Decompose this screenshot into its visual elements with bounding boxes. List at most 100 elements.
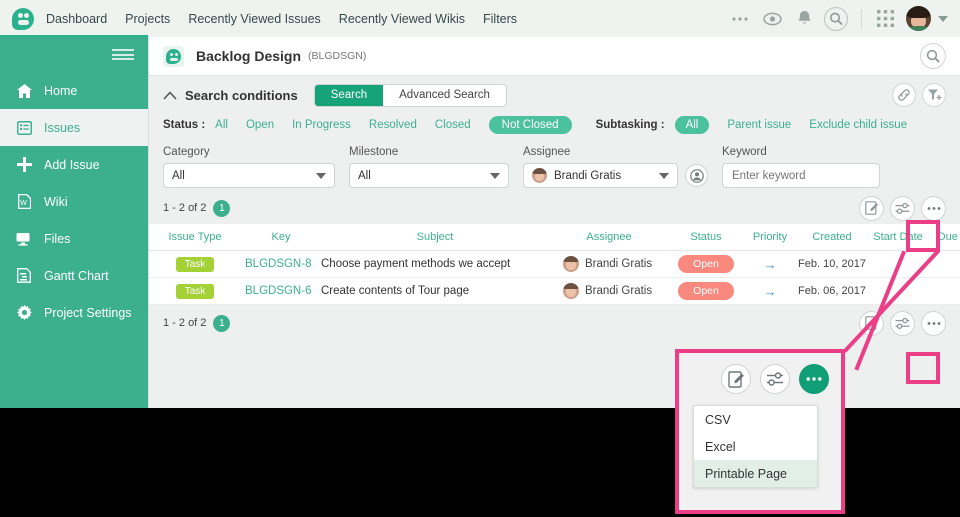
topnav-link-projects[interactable]: Projects (125, 12, 170, 26)
menu-item-csv[interactable]: CSV (694, 406, 817, 433)
keyword-label: Keyword (722, 146, 767, 158)
eye-icon[interactable] (759, 6, 785, 32)
status-option-resolved[interactable]: Resolved (369, 119, 417, 131)
project-search-icon[interactable] (920, 43, 946, 69)
tab-advanced-search[interactable]: Advanced Search (383, 85, 506, 106)
sidebar-collapse-button[interactable] (0, 37, 148, 72)
result-count-bottom: 1 - 2 of 2 (163, 317, 207, 329)
cell-issue-type: Task (149, 283, 241, 299)
column-header-subject[interactable]: Subject (321, 231, 549, 243)
tab-search[interactable]: Search (314, 84, 384, 106)
issue-type-tag: Task (175, 256, 215, 272)
subtasking-option-exclude-child[interactable]: Exclude child issue (809, 119, 907, 131)
bell-icon[interactable] (791, 6, 817, 32)
issue-subject[interactable]: Choose payment methods we accept (321, 258, 510, 270)
table-row[interactable]: Task BLGDSGN-8 Choose payment methods we… (149, 251, 960, 278)
cell-status: Open (669, 282, 743, 300)
cell-priority: → (743, 257, 797, 272)
column-header-key[interactable]: Key (241, 231, 321, 243)
assignee-avatar (563, 256, 579, 272)
sidebar-item-label: Wiki (44, 194, 68, 209)
cell-key: BLGDSGN-8 (241, 258, 321, 270)
export-more-button-bottom[interactable] (921, 310, 946, 336)
assignee-name: Brandi Gratis (585, 285, 653, 297)
cell-created: Feb. 06, 2017 (797, 285, 867, 297)
search-conditions-title: Search conditions (185, 87, 298, 103)
topnav-link-recent-issues[interactable]: Recently Viewed Issues (188, 12, 320, 26)
table-row[interactable]: Task BLGDSGN-6 Create contents of Tour p… (149, 278, 960, 305)
status-option-not-closed[interactable]: Not Closed (488, 116, 572, 134)
column-header-priority[interactable]: Priority (743, 231, 797, 243)
column-header-assignee[interactable]: Assignee (549, 231, 669, 243)
milestone-select[interactable]: All (349, 163, 509, 188)
sidebar-item-issues[interactable]: Issues (0, 109, 148, 146)
plus-icon (14, 156, 34, 174)
chevron-up-icon[interactable] (163, 88, 177, 102)
chevron-down-icon[interactable] (938, 15, 948, 22)
export-more-button-top[interactable] (921, 195, 946, 221)
add-filter-icon[interactable] (922, 83, 946, 107)
column-settings-icon[interactable] (890, 195, 915, 221)
keyword-field: Keyword (722, 146, 880, 188)
assignee-select[interactable]: Brandi Gratis (523, 163, 678, 188)
list-icon (14, 119, 34, 137)
sidebar-item-project-settings[interactable]: Project Settings (0, 294, 148, 331)
more-icon[interactable] (727, 6, 753, 32)
search-icon[interactable] (823, 6, 849, 32)
column-settings-icon[interactable] (890, 310, 915, 336)
table-action-buttons-top (859, 195, 946, 221)
share-link-icon[interactable] (892, 83, 916, 107)
bulk-edit-icon[interactable] (859, 195, 884, 221)
topnav-link-dashboard[interactable]: Dashboard (46, 12, 107, 26)
quick-filters-row: Status : All Open In Progress Resolved C… (149, 114, 960, 136)
sidebar-item-home[interactable]: Home (0, 72, 148, 109)
filter-fields-row: Category All Milestone All Assignee Bran… (149, 136, 960, 188)
cell-subject: Choose payment methods we accept (321, 258, 549, 270)
column-header-created[interactable]: Created (797, 231, 867, 243)
search-conditions-row: Search conditions Search Advanced Search (149, 76, 960, 114)
sidebar-item-label: Home (44, 83, 78, 98)
column-header-status[interactable]: Status (669, 231, 743, 243)
milestone-value: All (358, 169, 371, 182)
category-select[interactable]: All (163, 163, 335, 188)
search-input[interactable] (722, 163, 880, 188)
page-badge-top[interactable]: 1 (213, 199, 231, 217)
column-settings-icon[interactable] (760, 364, 790, 394)
sidebar-item-gantt-chart[interactable]: Gantt Chart (0, 257, 148, 294)
issue-key-link[interactable]: BLGDSGN-8 (245, 258, 311, 270)
subtasking-option-parent-issue[interactable]: Parent issue (727, 119, 791, 131)
sidebar-item-add-issue[interactable]: Add Issue (0, 146, 148, 183)
home-icon (14, 82, 34, 100)
menu-item-printable-page[interactable]: Printable Page (694, 460, 817, 487)
milestone-field: Milestone All (349, 146, 509, 188)
normal-arrow-icon: → (763, 256, 777, 272)
status-option-open[interactable]: Open (246, 119, 274, 131)
issue-key-link[interactable]: BLGDSGN-6 (245, 285, 311, 297)
gantt-icon (14, 267, 34, 285)
menu-item-excel[interactable]: Excel (694, 433, 817, 460)
assignee-avatar (532, 168, 547, 183)
sidebar-item-files[interactable]: Files (0, 220, 148, 257)
cell-key: BLGDSGN-6 (241, 285, 321, 297)
topnav-link-filters[interactable]: Filters (483, 12, 517, 26)
chevron-down-icon (316, 172, 326, 179)
apps-grid-icon[interactable] (872, 6, 898, 32)
status-option-all[interactable]: All (215, 119, 228, 131)
bulk-edit-icon[interactable] (721, 364, 751, 394)
issue-type-tag: Task (175, 283, 215, 299)
topnav-link-recent-wikis[interactable]: Recently Viewed Wikis (339, 12, 465, 26)
sidebar-item-label: Project Settings (44, 305, 132, 320)
column-header-issue-type[interactable]: Issue Type (149, 231, 241, 243)
chevron-down-icon (490, 172, 500, 179)
status-option-in-progress[interactable]: In Progress (292, 119, 351, 131)
subtasking-option-all[interactable]: All (674, 116, 710, 134)
normal-arrow-icon: → (763, 283, 777, 299)
assignee-picker-icon[interactable] (685, 164, 708, 187)
status-option-closed[interactable]: Closed (435, 119, 471, 131)
user-avatar[interactable] (906, 6, 931, 31)
gear-icon (14, 304, 34, 322)
issue-subject[interactable]: Create contents of Tour page (321, 285, 469, 297)
sidebar-item-wiki[interactable]: W Wiki (0, 183, 148, 220)
export-more-button-active[interactable] (799, 364, 829, 394)
page-badge-bottom[interactable]: 1 (213, 314, 231, 332)
